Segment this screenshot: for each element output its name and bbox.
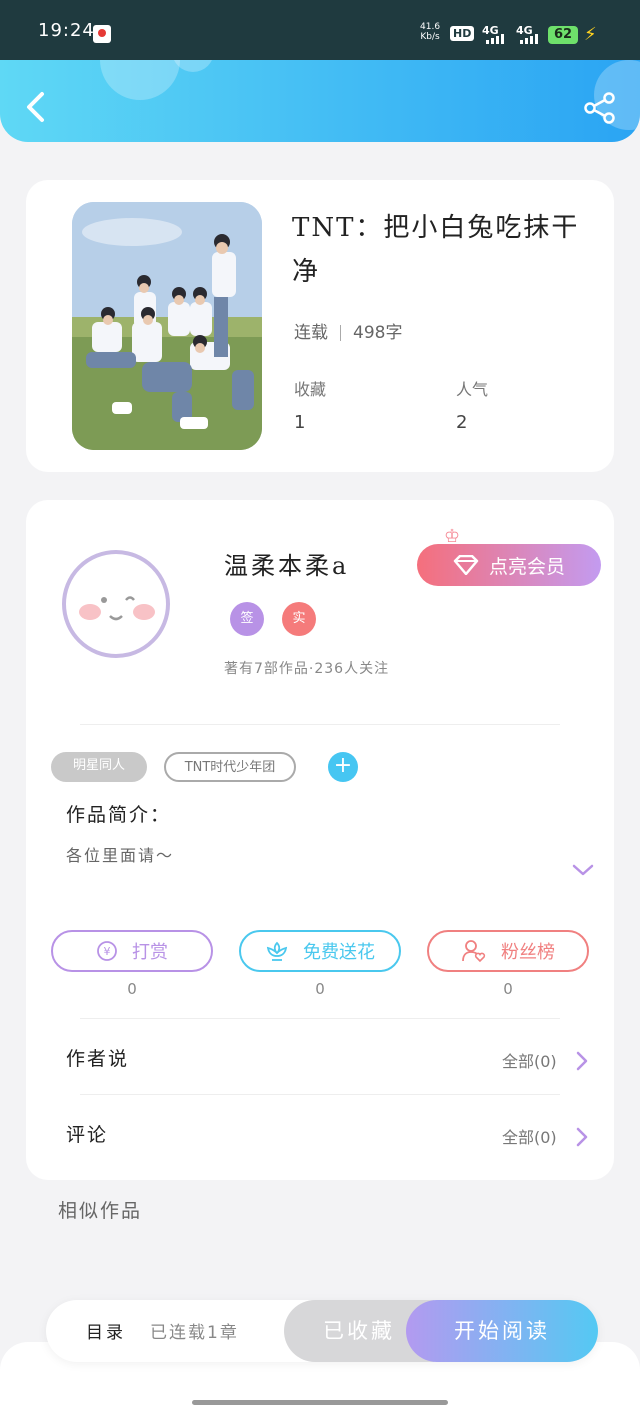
bottom-action-bar: 目录 已连载1章 已收藏 开始阅读 [46, 1300, 598, 1362]
avatar[interactable] [62, 550, 170, 658]
send-flower-label: 免费送花 [303, 942, 375, 963]
author-says-all[interactable]: 全部(0) [502, 1048, 557, 1072]
chevron-down-icon [572, 864, 594, 876]
favorites-value: 1 [294, 412, 306, 433]
signal-bars-icon [486, 34, 504, 44]
word-count: 498字 [353, 323, 403, 343]
divider [80, 1094, 560, 1095]
reward-label: 打赏 [132, 942, 168, 963]
status-time: 19:24 [38, 20, 95, 41]
flower-icon [266, 941, 288, 961]
home-indicator[interactable] [192, 1400, 448, 1405]
fan-ranking-button[interactable]: 粉丝榜 [427, 930, 589, 972]
signed-badge: 签 [230, 602, 264, 636]
chevron-right-icon[interactable] [576, 1051, 588, 1071]
charging-icon: ⚡ [584, 24, 597, 45]
add-tag-button[interactable]: + [328, 752, 358, 782]
share-icon [584, 92, 615, 124]
chapter-status: 已连载1章 [150, 1323, 239, 1343]
similar-works-title: 相似作品 [58, 1200, 143, 1222]
verified-badge: 实 [282, 602, 316, 636]
diamond-icon [453, 555, 479, 575]
toc-button[interactable]: 目录 [86, 1318, 126, 1343]
divider [80, 724, 560, 725]
network-speed-unit: Kb/s [420, 32, 440, 42]
author-stats: 著有7部作品·236人关注 [224, 661, 390, 677]
svg-text:¥: ¥ [104, 945, 111, 958]
tag-chip[interactable]: TNT时代少年团 [164, 752, 296, 782]
popularity-value: 2 [456, 412, 468, 433]
back-button[interactable] [22, 90, 48, 124]
cover-illustration [72, 202, 262, 450]
comments-label[interactable]: 评论 [66, 1120, 108, 1147]
author-name[interactable]: 温柔本柔a [224, 546, 349, 581]
popularity-label: 人气 [456, 380, 489, 399]
status-bar: 19:24 41.6 Kb/s HD 4G 4G 62 ⚡ [0, 0, 640, 60]
reward-button[interactable]: ¥ 打赏 [51, 930, 213, 972]
serial-status: 连载 [294, 323, 328, 343]
chevron-right-icon[interactable] [576, 1127, 588, 1147]
flower-count: 0 [315, 980, 325, 998]
battery-level: 62 [548, 26, 578, 44]
meta-divider [340, 325, 341, 341]
top-header [0, 60, 640, 142]
book-title: TNT：把小白兔吃抹干净 [292, 213, 580, 287]
activate-vip-button[interactable]: 点亮会员 [417, 544, 601, 586]
start-reading-button[interactable]: 开始阅读 [406, 1300, 598, 1362]
fan-count: 0 [503, 980, 513, 998]
hd-voice-icon: HD [450, 26, 475, 41]
comments-all[interactable]: 全部(0) [502, 1124, 557, 1148]
intro-title: 作品简介： [66, 804, 172, 826]
send-flower-button[interactable]: 免费送花 [239, 930, 401, 972]
network-speed-value: 41.6 [420, 22, 441, 32]
fan-user-icon [462, 940, 486, 963]
author-says-label[interactable]: 作者说 [66, 1044, 129, 1071]
fan-ranking-label: 粉丝榜 [501, 942, 555, 963]
book-cover-image[interactable] [72, 202, 262, 450]
vip-button-label: 点亮会员 [488, 555, 565, 578]
expand-intro-button[interactable] [572, 862, 594, 876]
divider [80, 1018, 560, 1019]
book-info-card: TNT：把小白兔吃抹干净 连载 498字 收藏 1 人气 2 [26, 180, 614, 472]
smiley-avatar-icon [79, 596, 155, 621]
intro-text: 各位里面请～ [66, 846, 175, 865]
decor-bubble [100, 60, 180, 100]
favorites-label: 收藏 [294, 380, 327, 399]
reward-count: 0 [127, 980, 137, 998]
book-meta: 连载 498字 [294, 318, 402, 343]
yen-icon: ¥ [97, 941, 117, 961]
map-app-icon [93, 25, 111, 43]
signal-bars-icon-2 [520, 34, 538, 44]
network-speed: 41.6 Kb/s [420, 22, 440, 42]
share-button[interactable] [583, 91, 617, 125]
chevron-left-icon [27, 92, 44, 122]
author-detail-card: 温柔本柔a ♔ 点亮会员 签 实 著有7部作品·236人关注 明星同人 TNT时… [26, 500, 614, 1180]
tag-chip[interactable]: 明星同人 [51, 752, 147, 782]
